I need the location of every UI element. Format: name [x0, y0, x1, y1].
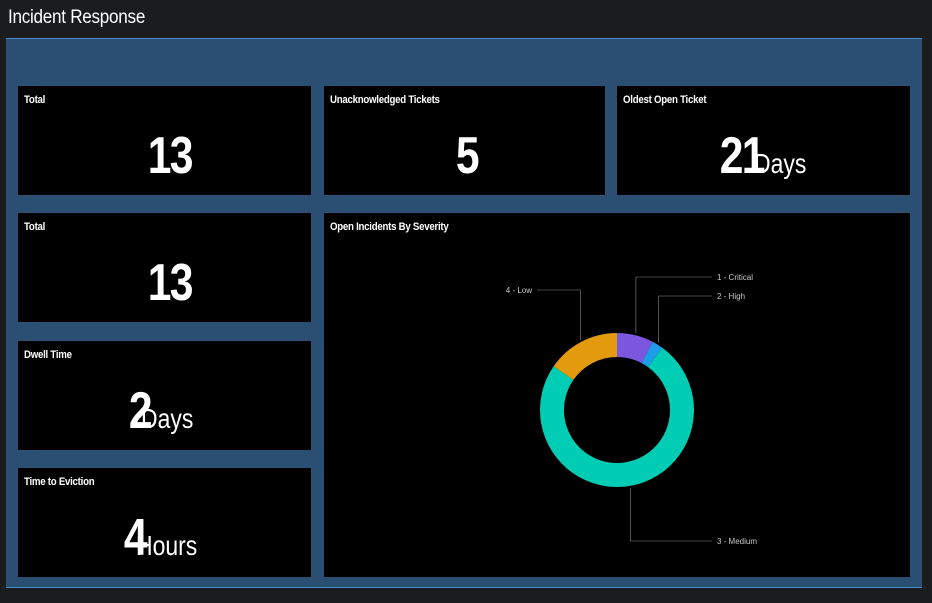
- leader-line: [537, 289, 581, 341]
- single-value: 13: [18, 126, 311, 186]
- single-value: 4 Hours: [18, 508, 311, 568]
- panel-title: Time to Eviction: [24, 476, 95, 488]
- panel-time-to-eviction[interactable]: Time to Eviction 4 Hours: [18, 468, 311, 577]
- value-number: 13: [147, 127, 193, 185]
- slice-label: 2 - High: [717, 292, 745, 301]
- title-bar: Incident Response: [0, 0, 932, 36]
- dashboard-app: Incident Response Total 13 Unacknowledge…: [0, 0, 932, 603]
- slice-label: 3 - Medium: [717, 537, 757, 546]
- panel-total-mid[interactable]: Total 13: [18, 213, 311, 322]
- panel-oldest-open-ticket[interactable]: Oldest Open Ticket 21 Days: [617, 86, 910, 195]
- value-unit: Hours: [135, 530, 197, 561]
- panel-unacknowledged-tickets[interactable]: Unacknowledged Tickets 5: [324, 86, 605, 195]
- panel-dwell-time[interactable]: Dwell Time 2 Days: [18, 341, 311, 450]
- panel-title: Dwell Time: [24, 349, 72, 361]
- single-value: 21 Days: [617, 126, 910, 186]
- severity-donut-chart[interactable]: 1 - Critical 2 - High 3 - Medium 4 - Low: [324, 213, 910, 577]
- dashboard-canvas: Total 13 Unacknowledged Tickets 5 Oldest…: [6, 38, 922, 588]
- single-value: 2 Days: [18, 381, 311, 441]
- slice-label: 1 - Critical: [717, 273, 753, 282]
- value-unit: Days: [141, 403, 194, 434]
- panel-open-incidents-by-severity[interactable]: Open Incidents By Severity 1 - Critical 2…: [324, 213, 910, 577]
- panel-title: Total: [24, 221, 46, 233]
- leader-line: [635, 276, 712, 334]
- single-value: 13: [18, 253, 311, 313]
- value-number: 13: [147, 254, 193, 312]
- bottom-strip: [6, 590, 922, 603]
- value-unit: Days: [753, 148, 806, 179]
- leader-line: [658, 295, 712, 343]
- panel-title: Unacknowledged Tickets: [330, 94, 440, 106]
- panel-title: Oldest Open Ticket: [623, 94, 707, 106]
- slice-label: 4 - Low: [506, 286, 532, 295]
- value-number: 5: [455, 127, 480, 185]
- leader-line: [630, 487, 712, 542]
- single-value: 5: [324, 126, 605, 186]
- panel-title: Total: [24, 94, 46, 106]
- page-title: Incident Response: [8, 7, 146, 28]
- panel-total-top[interactable]: Total 13: [18, 86, 311, 195]
